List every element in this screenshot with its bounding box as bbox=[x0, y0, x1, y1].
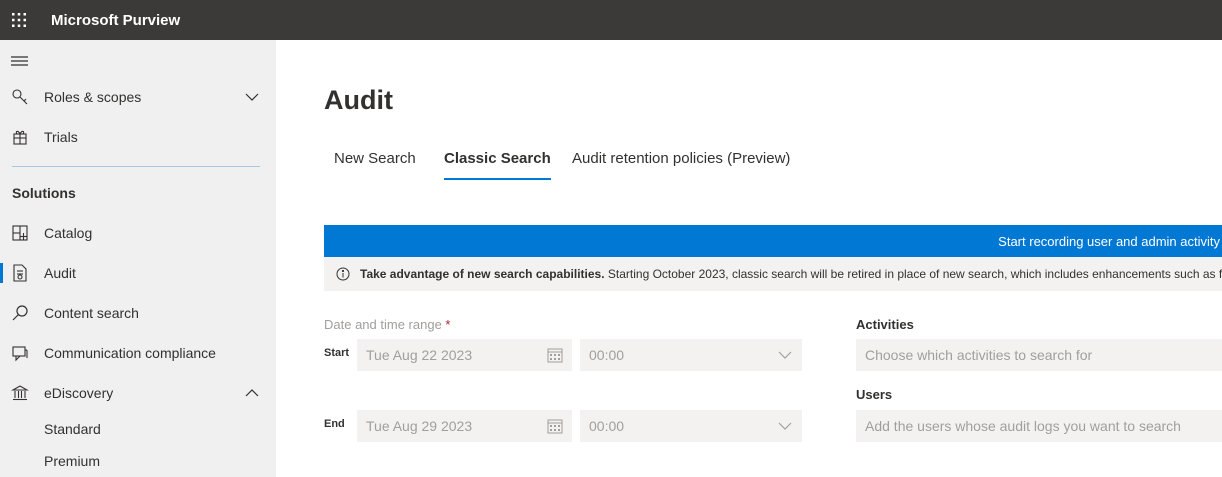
search-icon bbox=[11, 304, 29, 322]
start-date-picker[interactable]: Tue Aug 22 2023 bbox=[357, 339, 572, 371]
sidebar-item-standard[interactable]: Standard bbox=[0, 411, 276, 447]
sidebar-item-label: Roles & scopes bbox=[44, 89, 142, 105]
info-message-text: Starting October 2023, classic search wi… bbox=[604, 267, 1222, 281]
sidebar-item-ediscovery[interactable]: eDiscovery bbox=[0, 375, 276, 411]
sidebar-item-premium[interactable]: Premium bbox=[0, 443, 276, 477]
info-message-bar: Take advantage of new search capabilitie… bbox=[324, 257, 1222, 291]
info-message: Take advantage of new search capabilitie… bbox=[360, 267, 1222, 281]
sidebar-item-content-search[interactable]: Content search bbox=[0, 295, 276, 331]
end-date-value: Tue Aug 29 2023 bbox=[366, 418, 473, 434]
trials-icon bbox=[11, 128, 29, 146]
sidebar-item-label: Audit bbox=[44, 265, 76, 281]
sidebar-item-roles-scopes[interactable]: Roles & scopes bbox=[0, 79, 276, 115]
sidebar-item-audit[interactable]: Audit bbox=[0, 255, 276, 291]
sidebar-item-label: eDiscovery bbox=[44, 385, 114, 401]
sidebar-item-label: Trials bbox=[44, 129, 78, 145]
sidebar-item-communication-compliance[interactable]: Communication compliance bbox=[0, 335, 276, 371]
chevron-down-icon[interactable] bbox=[777, 418, 793, 434]
sidebar-divider bbox=[12, 166, 260, 167]
users-input[interactable]: Add the users whose audit logs you want … bbox=[856, 410, 1222, 442]
sidebar-item-catalog[interactable]: Catalog bbox=[0, 215, 276, 251]
hamburger-menu-icon[interactable] bbox=[11, 54, 29, 68]
catalog-icon bbox=[11, 224, 29, 242]
sidebar-item-label: Communication compliance bbox=[44, 345, 216, 361]
app-launcher-icon[interactable] bbox=[1, 0, 37, 40]
tab-new-search[interactable]: New Search bbox=[334, 150, 416, 182]
end-label: End bbox=[324, 418, 345, 430]
app-title[interactable]: Microsoft Purview bbox=[51, 12, 180, 29]
page-title: Audit bbox=[324, 85, 393, 115]
activities-dropdown[interactable]: Choose which activities to search for bbox=[856, 339, 1222, 371]
info-icon bbox=[336, 267, 350, 281]
sidebar: Roles & scopes Trials Solutions Catalog … bbox=[0, 40, 276, 477]
chevron-down-icon[interactable] bbox=[244, 89, 260, 105]
users-placeholder: Add the users whose audit logs you want … bbox=[865, 418, 1181, 434]
sidebar-section-label: Solutions bbox=[12, 185, 76, 201]
end-time-dropdown[interactable]: 00:00 bbox=[580, 410, 802, 442]
start-recording-button[interactable]: Start recording user and admin activity bbox=[998, 234, 1220, 249]
communication-icon bbox=[11, 344, 29, 362]
end-time-value: 00:00 bbox=[589, 418, 625, 434]
chevron-up-icon[interactable] bbox=[244, 385, 260, 401]
top-bar: Microsoft Purview bbox=[0, 0, 1222, 40]
info-message-bold: Take advantage of new search capabilitie… bbox=[360, 267, 605, 281]
required-mark: * bbox=[445, 317, 451, 332]
ediscovery-icon bbox=[11, 384, 29, 402]
activities-placeholder: Choose which activities to search for bbox=[865, 347, 1093, 363]
start-label: Start bbox=[324, 347, 350, 359]
sidebar-item-label: Content search bbox=[44, 305, 139, 321]
calendar-icon[interactable] bbox=[547, 418, 563, 434]
tab-audit-retention-policies[interactable]: Audit retention policies (Preview) bbox=[572, 150, 790, 182]
main-content: Audit New Search Classic Search Audit re… bbox=[276, 40, 1222, 477]
record-activity-banner[interactable]: Start recording user and admin activity bbox=[324, 225, 1222, 257]
sidebar-item-trials[interactable]: Trials bbox=[0, 119, 276, 155]
end-date-picker[interactable]: Tue Aug 29 2023 bbox=[357, 410, 572, 442]
sidebar-item-label: Catalog bbox=[44, 225, 93, 241]
sidebar-item-label: Premium bbox=[44, 453, 101, 469]
users-label: Users bbox=[856, 387, 893, 402]
roles-icon bbox=[11, 88, 29, 106]
start-date-value: Tue Aug 22 2023 bbox=[366, 347, 473, 363]
date-range-label: Date and time range * bbox=[324, 317, 451, 332]
start-time-value: 00:00 bbox=[589, 347, 625, 363]
calendar-icon[interactable] bbox=[547, 347, 563, 363]
start-time-dropdown[interactable]: 00:00 bbox=[580, 339, 802, 371]
chevron-down-icon[interactable] bbox=[777, 347, 793, 363]
audit-icon bbox=[11, 264, 29, 282]
sidebar-item-label: Standard bbox=[44, 421, 101, 437]
activities-label: Activities bbox=[856, 317, 914, 332]
tab-classic-search[interactable]: Classic Search bbox=[444, 150, 551, 182]
